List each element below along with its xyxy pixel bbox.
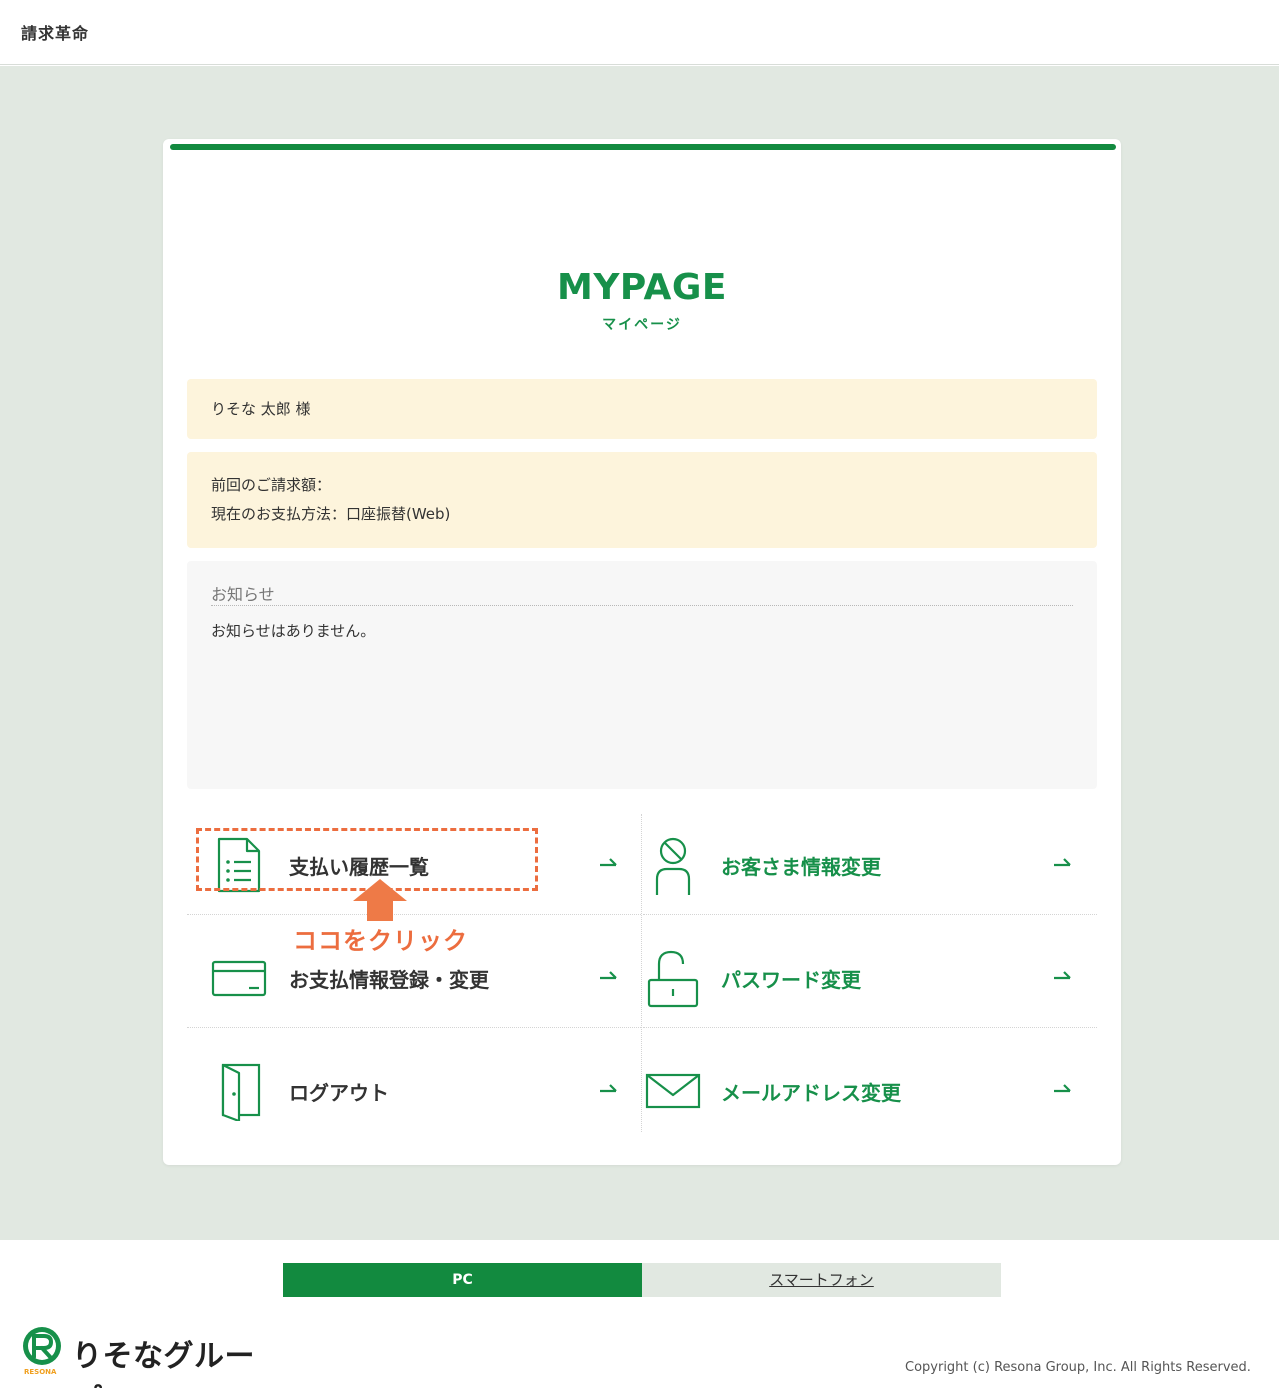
page-title: MYPAGE [557,267,727,308]
menu-label-email: メールアドレス変更 [721,1081,901,1105]
footer: PC スマートフォン りそなグループ RESONA Copyright (c) … [0,1240,1279,1388]
news-title: お知らせ [211,585,275,604]
user-name: りそな 太郎 様 [211,400,311,418]
door-icon [221,1063,261,1121]
smartphone-view-link[interactable]: スマートフォン [642,1263,1001,1297]
person-icon [655,837,691,895]
arrow-right-icon [600,971,617,980]
menu-label-password: パスワード変更 [721,968,861,992]
arrow-right-icon [600,858,617,867]
logo-subtext: RESONA [24,1368,57,1376]
user-name-box: りそな 太郎 様 [187,379,1097,439]
menu-separator [187,1027,641,1028]
menu-separator [643,1027,1097,1028]
billing-info-box: 前回のご請求額： 現在のお支払方法：口座振替(Web) [187,452,1097,548]
arrow-right-icon [1054,858,1071,867]
arrow-right-icon [1054,1084,1071,1093]
news-body: お知らせはありません。 [211,622,376,640]
menu-customer-info[interactable]: お客さま情報変更 [643,815,1097,915]
last-billing-amount: 前回のご請求額： [211,476,332,494]
credit-card-icon [211,960,267,997]
news-divider [211,605,1073,606]
top-header: 請求革命 [0,0,1279,65]
resona-emblem-icon [23,1327,61,1365]
up-arrow-icon [353,879,407,921]
menu-column-divider [641,814,642,1132]
unlocked-padlock-icon [647,950,699,1008]
menu-label-logout: ログアウト [289,1081,389,1105]
arrow-right-icon [1054,971,1071,980]
news-box: お知らせ お知らせはありません。 [187,561,1097,789]
page-subtitle: マイページ [602,317,682,333]
menu-logout[interactable]: ログアウト [187,1041,641,1141]
logo-text: りそなグループ [72,1339,255,1388]
copyright: Copyright (c) Resona Group, Inc. All Rig… [905,1360,1251,1375]
menu-email[interactable]: メールアドレス変更 [643,1041,1097,1141]
app-title: 請求革命 [21,24,90,43]
resona-group-logo: りそなグループ RESONA [20,1326,280,1388]
menu-label-payment-info: お支払情報登録・変更 [289,968,489,992]
menu-password[interactable]: パスワード変更 [643,928,1097,1028]
arrow-right-icon [600,1084,617,1093]
pc-view-tab[interactable]: PC [283,1263,642,1297]
payment-method: 現在のお支払方法：口座振替(Web) [211,505,451,523]
card-accent-bar [170,144,1116,150]
menu-label-customer-info: お客さま情報変更 [721,855,881,879]
mypage-card: MYPAGE マイページ りそな 太郎 様 前回のご請求額： 現在のお支払方法：… [163,139,1121,1165]
click-hint-text: ココをクリック [293,927,468,955]
menu-separator [187,914,641,915]
menu-separator [643,914,1097,915]
envelope-icon [645,1073,701,1109]
